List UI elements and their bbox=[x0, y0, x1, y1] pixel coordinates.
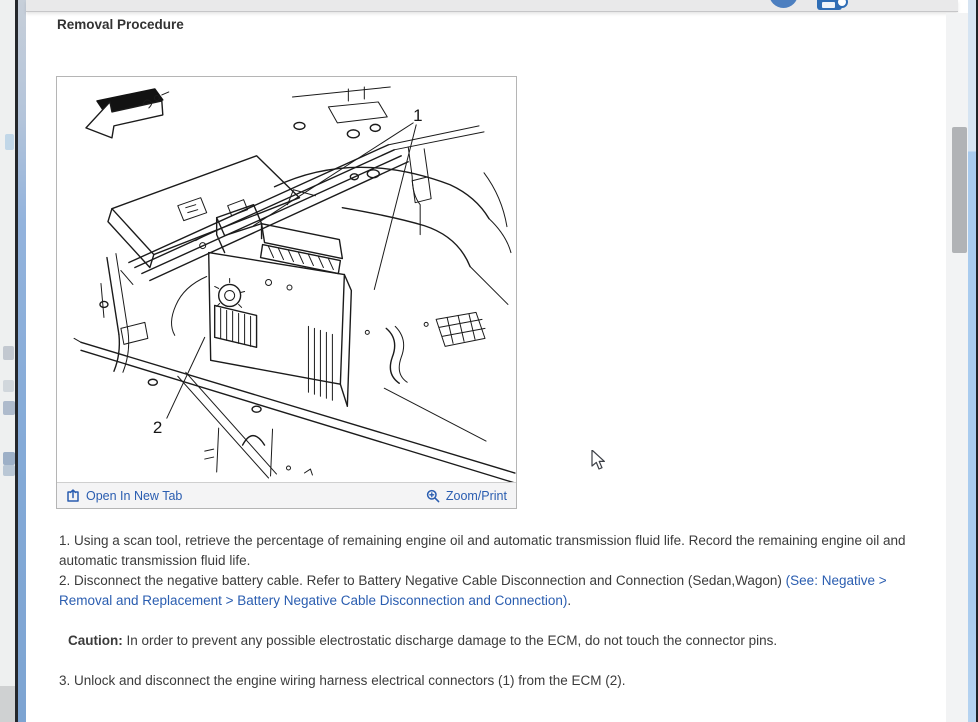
window-accent-stripe-left bbox=[18, 0, 26, 722]
figure-toolbar: Open In New Tab Zoom/Print bbox=[57, 482, 516, 508]
edge-smudge bbox=[3, 401, 15, 415]
edge-smudge bbox=[3, 380, 14, 392]
window-corner-block bbox=[0, 686, 15, 722]
engine-diagram: 1 2 bbox=[57, 77, 516, 482]
scrollbar-thumb[interactable] bbox=[952, 127, 967, 253]
step-2-text: 2. Disconnect the negative battery cable… bbox=[59, 573, 786, 588]
step-1-text: 1. Using a scan tool, retrieve the perce… bbox=[59, 533, 906, 568]
printer-paper-icon bbox=[822, 2, 835, 8]
window-edge-left bbox=[0, 0, 15, 722]
callout-1-label: 1 bbox=[413, 106, 422, 125]
open-in-new-tab-icon bbox=[67, 488, 79, 502]
zoom-print-label: Zoom/Print bbox=[445, 488, 507, 503]
service-manual-page: Removal Procedure 1 2 Open In New Tab Zo… bbox=[0, 0, 978, 722]
step-2-suffix: . bbox=[567, 593, 572, 608]
edge-smudge bbox=[3, 465, 15, 476]
callout-2-label: 2 bbox=[153, 418, 162, 437]
zoom-print-link[interactable]: Zoom/Print bbox=[426, 489, 507, 503]
magnifier-plus-icon bbox=[426, 489, 440, 502]
edge-smudge bbox=[5, 134, 14, 150]
open-in-new-tab-label: Open In New Tab bbox=[86, 488, 183, 503]
edge-smudge bbox=[3, 346, 14, 360]
mouse-cursor-icon bbox=[591, 449, 607, 476]
step-3: 3. Unlock and disconnect the engine wiri… bbox=[56, 671, 925, 691]
edge-smudge bbox=[3, 452, 15, 465]
window-accent-stripe-right bbox=[968, 0, 976, 722]
figure-card: 1 2 Open In New Tab Zoom/Print bbox=[56, 76, 517, 509]
caution-text: In order to prevent any possible electro… bbox=[126, 633, 778, 648]
scrollbar-track[interactable] bbox=[946, 13, 968, 722]
caution-note: Caution: In order to prevent any possibl… bbox=[56, 631, 925, 651]
step-3-text: 3. Unlock and disconnect the engine wiri… bbox=[59, 673, 626, 688]
step-1: 1. Using a scan tool, retrieve the perce… bbox=[56, 531, 925, 571]
caution-label: Caution: bbox=[68, 633, 123, 648]
step-2: 2. Disconnect the negative battery cable… bbox=[56, 571, 925, 611]
open-in-new-tab-link[interactable]: Open In New Tab bbox=[66, 489, 182, 503]
page-title: Removal Procedure bbox=[57, 17, 184, 32]
